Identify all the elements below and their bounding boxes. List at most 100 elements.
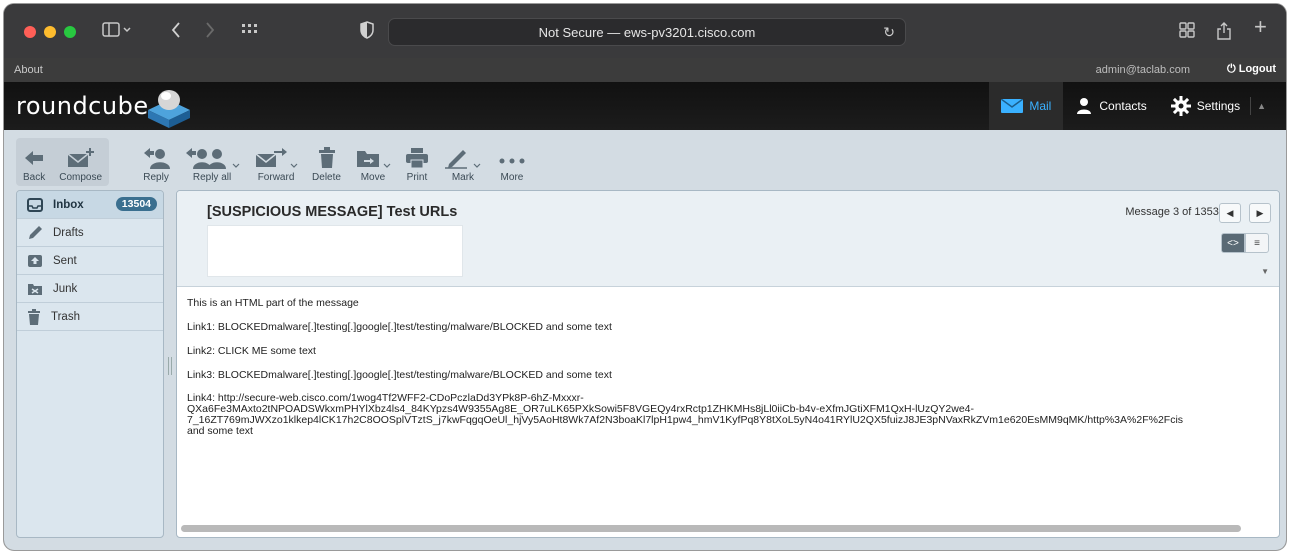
print-label: Print xyxy=(406,172,428,183)
grid-icon[interactable] xyxy=(240,21,260,45)
delete-label: Delete xyxy=(312,172,341,183)
lines-icon: ≡ xyxy=(1254,237,1260,249)
more-button[interactable]: More xyxy=(490,138,534,186)
close-window-button[interactable] xyxy=(24,26,36,38)
body-link2[interactable]: Link2: CLICK ME some text xyxy=(187,345,1279,357)
window-controls xyxy=(24,26,76,38)
trash-icon xyxy=(317,144,337,172)
top-line: About admin@taclab.com ⏻ Logout xyxy=(4,58,1286,82)
triangle-left-icon: ◀ xyxy=(1226,207,1234,218)
address-bar[interactable]: Not Secure — ews-pv3201.cisco.com ↻ xyxy=(388,18,906,46)
forward-label: Forward xyxy=(257,172,295,183)
reply-all-label: Reply all xyxy=(192,172,232,183)
plain-view-button[interactable]: ≡ xyxy=(1245,233,1269,253)
logout-button[interactable]: ⏻ Logout xyxy=(1227,63,1276,76)
task-contacts[interactable]: Contacts xyxy=(1063,82,1158,130)
forward-button[interactable]: Forward xyxy=(247,138,305,186)
inbox-icon xyxy=(27,197,43,212)
forward-nav-icon[interactable] xyxy=(204,21,216,45)
compose-icon xyxy=(66,144,96,172)
address-text: Not Secure — ews-pv3201.cisco.com xyxy=(538,24,756,40)
back-compose-group: Back Compose xyxy=(16,138,110,186)
body-link1: Link1: BLOCKEDmalware[.]testing[.]google… xyxy=(187,321,612,333)
tab-overview-icon[interactable] xyxy=(1178,21,1196,45)
link4-line-c: 7_16ZT769mJWXzo1klkep4lCK17h2C8OOSplVTzt… xyxy=(187,414,1184,426)
browser-toolbar: Not Secure — ews-pv3201.cisco.com ↻ + xyxy=(4,4,1286,58)
previous-message-button[interactable]: ◀ xyxy=(1219,203,1241,223)
folder-junk[interactable]: Junk xyxy=(17,275,163,303)
pen-icon xyxy=(443,144,483,172)
app-header: roundcube Mail Contacts Settings ▲ xyxy=(4,82,1286,130)
task-contacts-label: Contacts xyxy=(1099,99,1147,113)
reply-all-button[interactable]: Reply all xyxy=(177,138,247,186)
back-arrow-icon xyxy=(23,144,45,172)
share-icon[interactable] xyxy=(1216,21,1232,47)
header-details-box xyxy=(207,225,463,277)
html-view-button[interactable]: <> xyxy=(1221,233,1245,253)
printer-icon xyxy=(405,144,429,172)
view-toggle: <> ≡ xyxy=(1221,233,1269,253)
about-link[interactable]: About xyxy=(14,64,43,76)
chevron-down-icon[interactable]: ▼ xyxy=(1261,267,1269,276)
logout-label: Logout xyxy=(1238,63,1276,75)
gear-icon xyxy=(1170,96,1191,116)
message-subject: [SUSPICIOUS MESSAGE] Test URLs xyxy=(207,204,458,220)
folder-trash-label: Trash xyxy=(51,310,80,323)
privacy-shield-icon[interactable] xyxy=(360,21,374,45)
folder-sent[interactable]: Sent xyxy=(17,247,163,275)
back-nav-icon[interactable] xyxy=(170,21,182,45)
reply-icon xyxy=(142,144,171,172)
move-button[interactable]: Move xyxy=(348,138,398,186)
back-button[interactable]: Back xyxy=(16,138,52,186)
folder-move-icon xyxy=(355,144,391,172)
sidebar-toggle-icon[interactable] xyxy=(102,21,132,45)
app-logo[interactable]: roundcube xyxy=(16,92,149,120)
next-message-button[interactable]: ▶ xyxy=(1249,203,1271,223)
mark-label: Mark xyxy=(451,172,475,183)
task-settings[interactable]: Settings ▲ xyxy=(1159,82,1278,130)
folder-inbox[interactable]: Inbox 13504 xyxy=(17,191,163,219)
reply-button[interactable]: Reply xyxy=(135,138,177,186)
code-icon: <> xyxy=(1227,237,1239,249)
compose-label: Compose xyxy=(59,172,103,183)
delete-button[interactable]: Delete xyxy=(305,138,348,186)
task-mail-label: Mail xyxy=(1029,99,1052,113)
print-button[interactable]: Print xyxy=(398,138,436,186)
horizontal-scrollbar[interactable] xyxy=(179,523,1277,533)
reply-label: Reply xyxy=(143,172,169,183)
menu-caret-icon[interactable]: ▲ xyxy=(1257,101,1266,111)
folder-trash[interactable]: Trash xyxy=(17,303,163,331)
folder-drafts-label: Drafts xyxy=(53,226,84,239)
unread-count-badge: 13504 xyxy=(115,197,157,211)
mark-button[interactable]: Mark xyxy=(436,138,490,186)
mail-icon xyxy=(1001,99,1024,113)
sent-icon xyxy=(28,254,42,267)
body-link3: Link3: BLOCKEDmalware[.]testing[.]google… xyxy=(187,369,612,381)
message-header: [SUSPICIOUS MESSAGE] Test URLs Message 3… xyxy=(177,191,1279,287)
triangle-right-icon: ▶ xyxy=(1256,207,1264,218)
task-mail[interactable]: Mail xyxy=(989,82,1064,130)
menu-divider xyxy=(1250,97,1252,115)
body-link4[interactable]: Link4: http://secure-web.cisco.com/1wog4… xyxy=(187,393,1279,437)
move-label: Move xyxy=(360,172,386,183)
power-icon: ⏻ xyxy=(1226,63,1236,75)
forward-icon xyxy=(254,144,298,172)
new-tab-icon[interactable]: + xyxy=(1254,16,1267,38)
folder-sent-label: Sent xyxy=(53,254,77,267)
folder-inbox-label: Inbox xyxy=(53,198,84,211)
pane-splitter[interactable] xyxy=(168,357,172,375)
compose-button[interactable]: Compose xyxy=(52,138,109,186)
scrollbar-thumb[interactable] xyxy=(181,525,1241,532)
zoom-window-button[interactable] xyxy=(64,26,76,38)
trash-icon xyxy=(28,308,40,325)
username: admin@taclab.com xyxy=(1095,64,1190,76)
junk-icon xyxy=(28,283,42,295)
folder-drafts[interactable]: Drafts xyxy=(17,219,163,247)
task-menu: Mail Contacts Settings ▲ xyxy=(989,82,1278,130)
more-dots-icon xyxy=(497,144,527,172)
folder-list: Inbox 13504 Drafts Sent Junk Trash xyxy=(16,190,164,538)
reload-icon[interactable]: ↻ xyxy=(883,24,895,41)
message-toolbar: Back Compose Reply Reply all Forward Del… xyxy=(16,138,534,186)
minimize-window-button[interactable] xyxy=(44,26,56,38)
